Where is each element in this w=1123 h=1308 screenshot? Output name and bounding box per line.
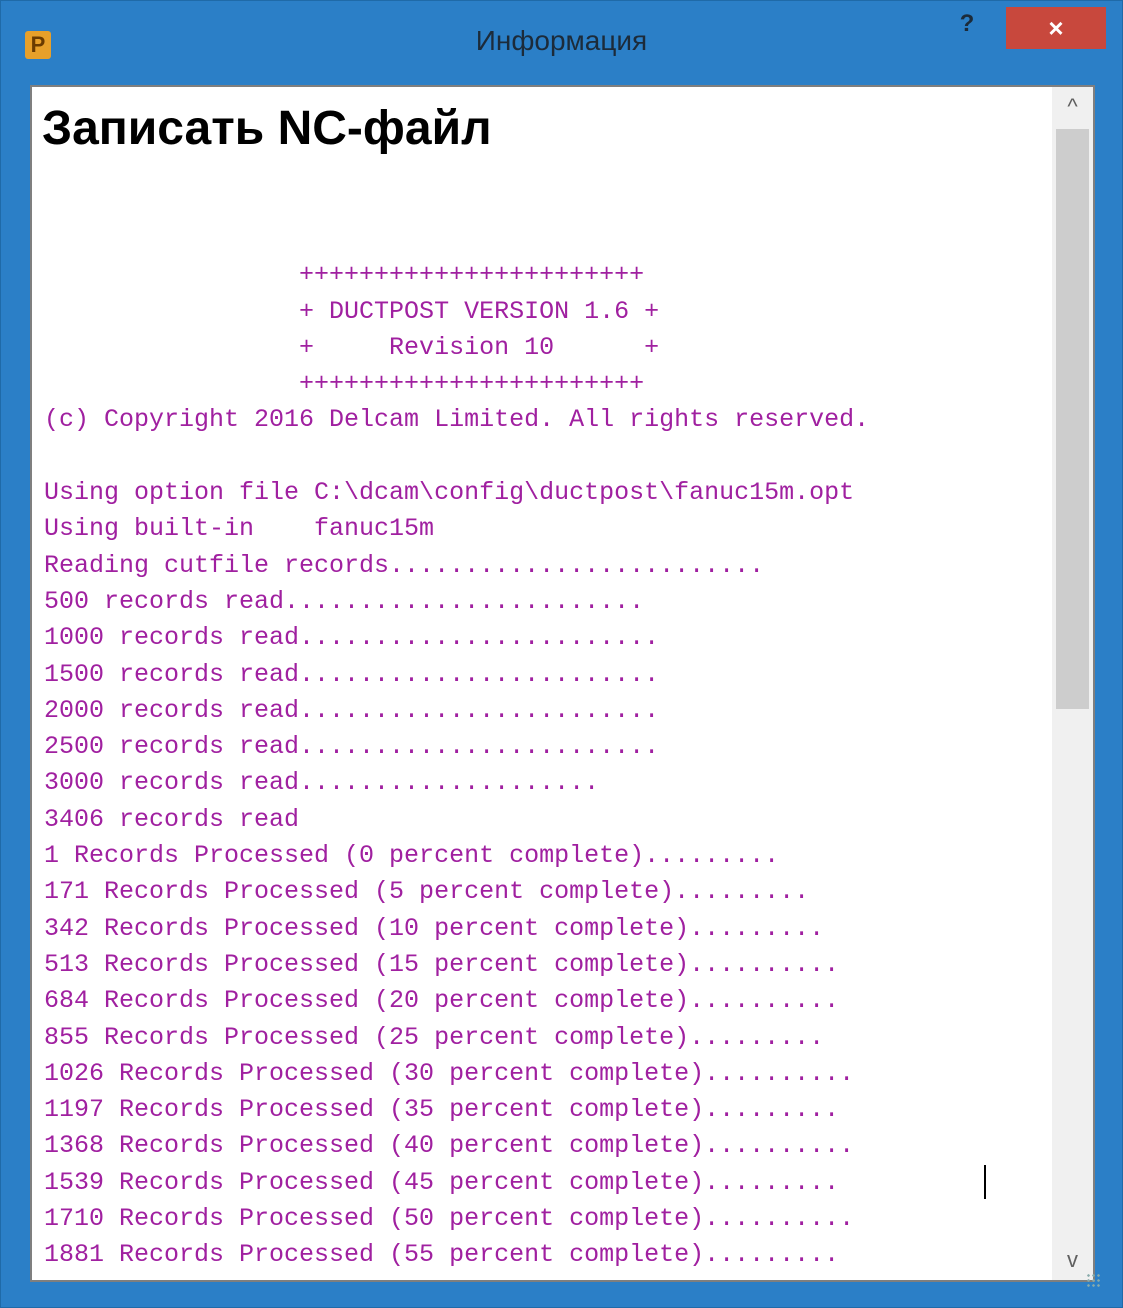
close-button[interactable]: × [1006, 7, 1106, 49]
console-line: Using option file C:\dcam\config\ductpos… [44, 478, 855, 508]
console-line: 3406 records read [44, 804, 300, 834]
console-line: 2052 Records Processed (60 percent compl… [44, 1274, 869, 1280]
console-line: 500 records read........................ [44, 586, 645, 616]
console-output: +++++++++++++++++++++++ + DUCTPOST VERSI… [44, 221, 869, 1280]
console-line: 342 Records Processed (10 percent comple… [44, 913, 825, 943]
console-line: 1500 records read.......................… [44, 659, 660, 689]
scroll-thumb[interactable] [1056, 129, 1089, 709]
console-line: 1026 Records Processed (30 percent compl… [44, 1058, 855, 1088]
console-line: +++++++++++++++++++++++ [44, 260, 645, 290]
console-line: 2500 records read.......................… [44, 732, 660, 762]
console-line: Reading cutfile records.................… [44, 550, 765, 580]
info-dialog: P Информация ? × Записать NC-файл ++++++… [0, 0, 1123, 1308]
page-title: Записать NC-файл [42, 102, 492, 155]
console-line: 1197 Records Processed (35 percent compl… [44, 1095, 840, 1125]
console-line: + Revision 10 + [44, 332, 660, 362]
scroll-up-arrow-icon[interactable]: ^ [1052, 87, 1093, 127]
text-cursor [984, 1165, 986, 1199]
console-line: 171 Records Processed (5 percent complet… [44, 877, 810, 907]
console-line: 1710 Records Processed (50 percent compl… [44, 1204, 855, 1234]
output-content: Записать NC-файл +++++++++++++++++++++++… [32, 87, 1052, 1280]
title-bar[interactable]: P Информация ? × [1, 1, 1122, 85]
console-line: 1 Records Processed (0 percent complete)… [44, 841, 780, 871]
console-line: 1000 records read.......................… [44, 623, 660, 653]
console-line: 513 Records Processed (15 percent comple… [44, 949, 840, 979]
console-line: 855 Records Processed (25 percent comple… [44, 1022, 825, 1052]
console-line: 1881 Records Processed (55 percent compl… [44, 1240, 840, 1270]
console-line: +++++++++++++++++++++++ [44, 369, 645, 399]
console-line: Using built-in fanuc15m [44, 514, 435, 544]
console-line: (c) Copyright 2016 Delcam Limited. All r… [44, 405, 870, 435]
console-line: 3000 records read.................... [44, 768, 600, 798]
console-line: 1539 Records Processed (45 percent compl… [44, 1167, 840, 1197]
console-line: 684 Records Processed (20 percent comple… [44, 986, 840, 1016]
help-button[interactable]: ? [947, 9, 987, 39]
output-panel[interactable]: Записать NC-файл +++++++++++++++++++++++… [30, 85, 1095, 1282]
resize-grip-icon[interactable] [1086, 1273, 1102, 1289]
console-line: + DUCTPOST VERSION 1.6 + [44, 296, 660, 326]
vertical-scrollbar[interactable]: ^ v [1052, 87, 1093, 1280]
console-line: 1368 Records Processed (40 percent compl… [44, 1131, 855, 1161]
console-line: 2000 records read.......................… [44, 695, 660, 725]
